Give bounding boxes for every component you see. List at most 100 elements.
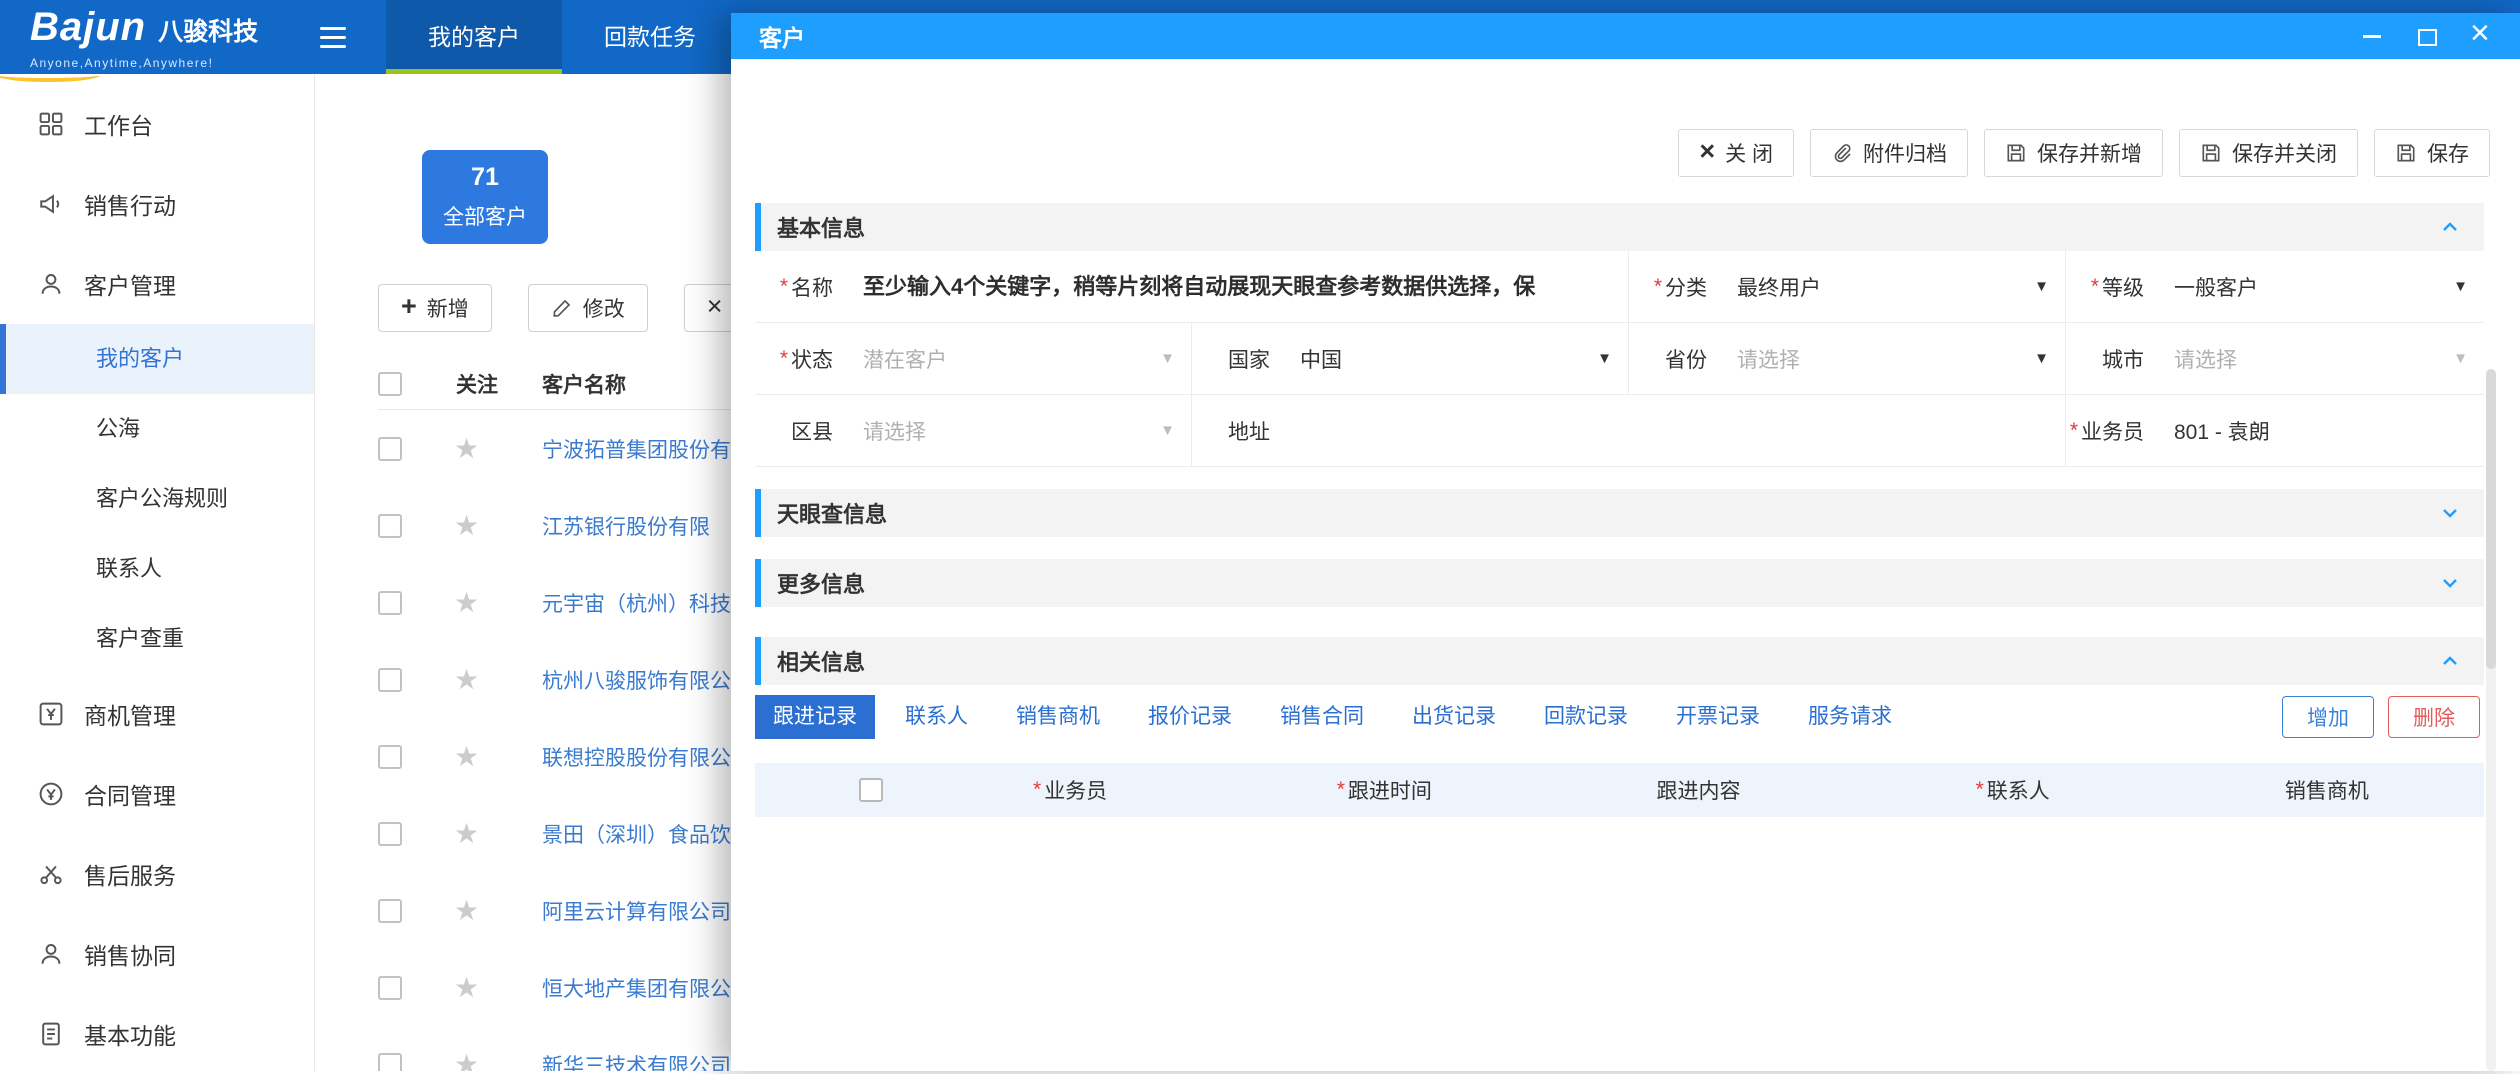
megaphone-icon <box>38 191 64 217</box>
maximize-icon[interactable] <box>2414 24 2438 48</box>
star-icon[interactable] <box>452 740 542 773</box>
app-logo[interactable]: Bajun 八骏科技 Anyone,Anytime,Anywhere! <box>0 5 310 70</box>
customer-management-submenu: 我的客户 公海 客户公海规则 联系人 客户查重 <box>0 324 314 674</box>
sidebar-item-public-sea-rules[interactable]: 客户公海规则 <box>0 464 314 534</box>
minimize-icon[interactable] <box>2360 24 2384 48</box>
sidebar-item-my-customers[interactable]: 我的客户 <box>0 324 314 394</box>
chevron-down-icon[interactable] <box>2438 571 2462 595</box>
status-select[interactable]: 潜在客户 <box>847 323 1192 395</box>
chevron-up-icon[interactable] <box>2438 215 2462 239</box>
related-tab[interactable]: 跟进记录 <box>755 695 875 739</box>
logo-swoosh <box>0 68 100 82</box>
section-title: 天眼查信息 <box>777 497 887 529</box>
chevron-up-icon[interactable] <box>2438 649 2462 673</box>
tab-my-customers[interactable]: 我的客户 <box>386 0 562 74</box>
menu-toggle-icon[interactable] <box>320 17 360 57</box>
delete-row-button[interactable]: 删除 <box>2388 696 2480 738</box>
star-icon[interactable] <box>452 1048 542 1071</box>
edit-button[interactable]: 修改 <box>528 284 648 332</box>
sidebar-item-label: 客户管理 <box>84 267 176 301</box>
sidebar-item-public-sea[interactable]: 公海 <box>0 394 314 464</box>
row-checkbox[interactable] <box>378 1053 402 1072</box>
sidebar-item-opportunity-management[interactable]: 商机管理 <box>0 674 314 754</box>
section-header-related-info[interactable]: 相关信息 <box>755 637 2484 685</box>
select-all-checkbox[interactable] <box>378 372 402 396</box>
sidebar-item-sales-actions[interactable]: 销售行动 <box>0 164 314 244</box>
category-select[interactable]: 最终用户 <box>1721 251 2066 323</box>
row-checkbox[interactable] <box>378 899 402 923</box>
sidebar-item-contacts[interactable]: 联系人 <box>0 534 314 604</box>
related-tab[interactable]: 销售商机 <box>998 695 1118 739</box>
row-checkbox[interactable] <box>378 437 402 461</box>
dropdown-arrow-icon <box>2034 278 2049 295</box>
column-label: 联系人 <box>1987 775 2050 805</box>
star-icon[interactable] <box>452 894 542 927</box>
row-checkbox[interactable] <box>378 822 402 846</box>
chevron-down-icon[interactable] <box>2438 501 2462 525</box>
section-header-more-info[interactable]: 更多信息 <box>755 559 2484 607</box>
stat-all-customers[interactable]: 71 全部客户 <box>422 150 548 244</box>
sidebar-item-workbench[interactable]: 工作台 <box>0 84 314 164</box>
row-checkbox[interactable] <box>378 514 402 538</box>
sidebar-item-dedupe[interactable]: 客户查重 <box>0 604 314 674</box>
salesman-field[interactable]: 801 - 袁朗 <box>2158 395 2484 467</box>
close-icon[interactable] <box>2468 24 2492 48</box>
select-all-checkbox[interactable] <box>859 778 883 802</box>
star-icon[interactable] <box>452 509 542 542</box>
related-tab[interactable]: 出货记录 <box>1394 695 1514 739</box>
modal-scrollbar[interactable] <box>2486 369 2496 1071</box>
row-checkbox[interactable] <box>378 591 402 615</box>
country-select[interactable]: 中国 <box>1284 323 1629 395</box>
star-icon[interactable] <box>452 586 542 619</box>
related-column-header: * 联系人 <box>1856 775 2170 805</box>
row-checkbox[interactable] <box>378 668 402 692</box>
close-button[interactable]: 关 闭 <box>1678 129 1794 177</box>
category-label: *分类 <box>1629 251 1721 323</box>
star-icon[interactable] <box>452 817 542 850</box>
section-header-tianyancha-info[interactable]: 天眼查信息 <box>755 489 2484 537</box>
save-and-new-button[interactable]: 保存并新增 <box>1984 129 2163 177</box>
related-tab[interactable]: 报价记录 <box>1130 695 1250 739</box>
required-marker: * <box>2091 275 2099 299</box>
related-tab[interactable]: 开票记录 <box>1658 695 1778 739</box>
related-tab[interactable]: 销售合同 <box>1262 695 1382 739</box>
tab-payment-tasks[interactable]: 回款任务 <box>562 0 738 74</box>
star-icon[interactable] <box>452 432 542 465</box>
dropdown-arrow-icon <box>2034 350 2049 367</box>
level-select[interactable]: 一般客户 <box>2158 251 2484 323</box>
district-select[interactable]: 请选择 <box>847 395 1192 467</box>
star-icon[interactable] <box>452 663 542 696</box>
required-marker: * <box>780 275 788 299</box>
sidebar-item-after-sales[interactable]: 售后服务 <box>0 834 314 914</box>
add-row-button[interactable]: 增加 <box>2282 696 2374 738</box>
address-label: 地址 <box>1192 395 1284 467</box>
related-tab[interactable]: 回款记录 <box>1526 695 1646 739</box>
save-and-close-button[interactable]: 保存并关闭 <box>2179 129 2358 177</box>
section-header-basic-info[interactable]: 基本信息 <box>755 203 2484 251</box>
dropdown-arrow-icon <box>1597 350 1612 367</box>
province-select[interactable]: 请选择 <box>1721 323 2066 395</box>
add-button[interactable]: 新增 <box>378 284 492 332</box>
row-checkbox[interactable] <box>378 745 402 769</box>
sidebar-item-label: 销售行动 <box>84 187 176 221</box>
save-button[interactable]: 保存 <box>2374 129 2490 177</box>
sidebar-item-customer-management[interactable]: 客户管理 <box>0 244 314 324</box>
star-icon[interactable] <box>452 971 542 1004</box>
sidebar-item-sales-collaboration[interactable]: 销售协同 <box>0 914 314 994</box>
modal-titlebar: 客户 <box>731 13 2520 59</box>
province-label: 省份 <box>1629 323 1721 395</box>
close-icon <box>707 296 723 321</box>
related-tab[interactable]: 服务请求 <box>1790 695 1910 739</box>
scrollbar-thumb[interactable] <box>2486 369 2496 669</box>
row-checkbox[interactable] <box>378 976 402 1000</box>
name-input[interactable] <box>863 274 1612 300</box>
related-tabs: 跟进记录联系人销售商机报价记录销售合同出货记录回款记录开票记录服务请求 <box>755 695 1910 739</box>
attachment-archive-button[interactable]: 附件归档 <box>1810 129 1968 177</box>
sidebar-item-contract-management[interactable]: 合同管理 <box>0 754 314 834</box>
floppy-icon <box>2395 142 2417 164</box>
address-input[interactable] <box>1300 419 2049 443</box>
city-select[interactable]: 请选择 <box>2158 323 2484 395</box>
dropdown-arrow-icon <box>1160 422 1175 439</box>
related-tab[interactable]: 联系人 <box>887 695 986 739</box>
sidebar-item-basic-functions[interactable]: 基本功能 <box>0 994 314 1074</box>
